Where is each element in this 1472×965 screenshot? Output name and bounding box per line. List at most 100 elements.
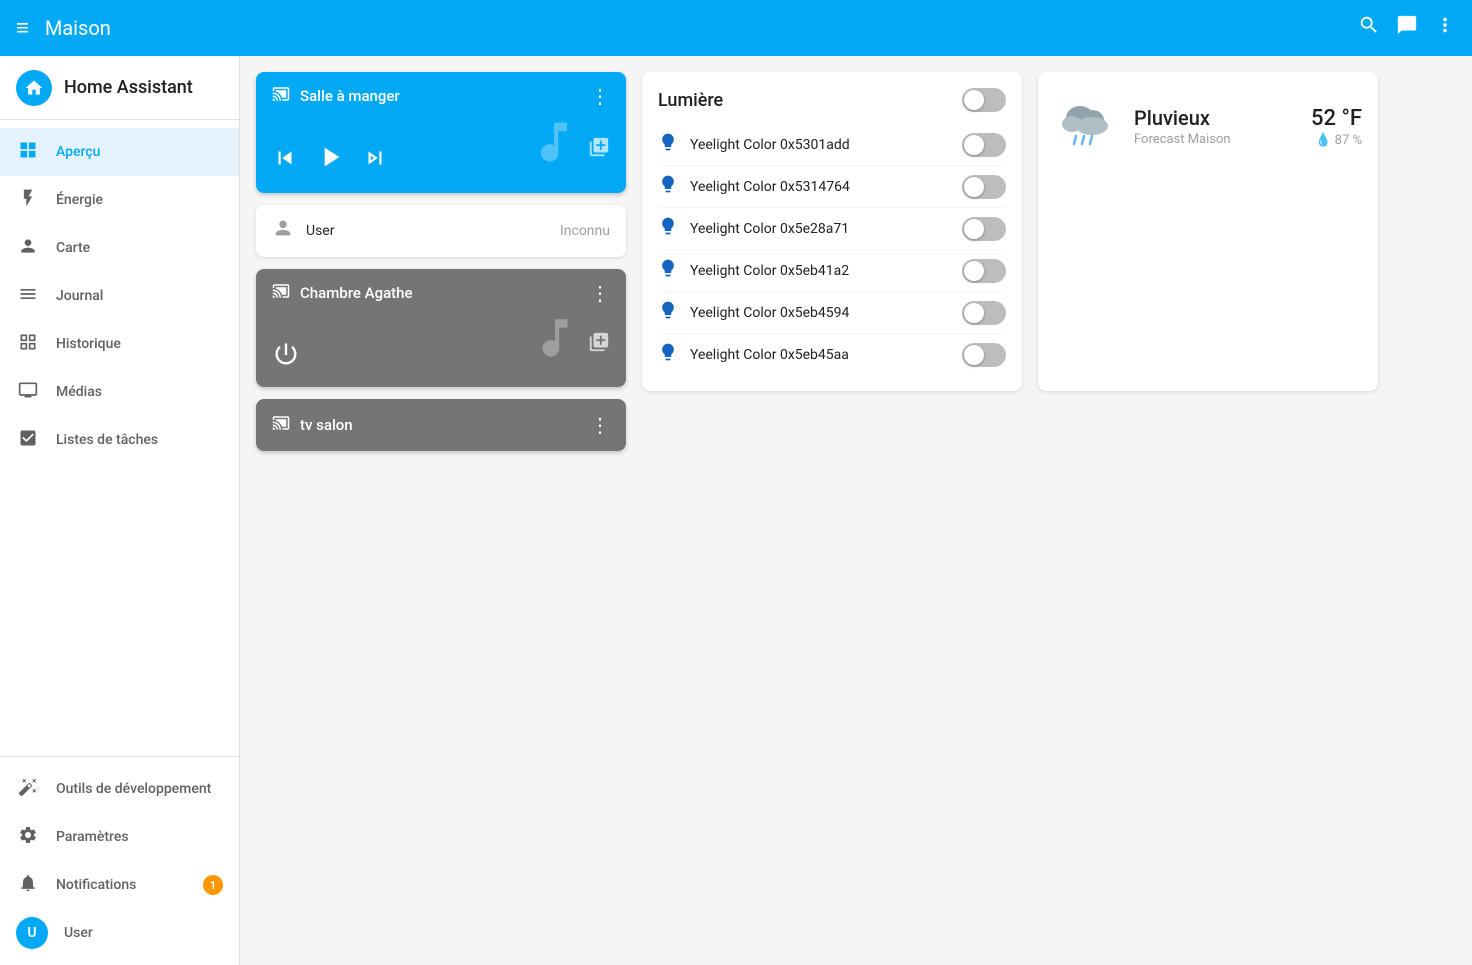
light-toggle-1[interactable] bbox=[962, 175, 1006, 199]
sidebar-item-outils[interactable]: Outils de développement bbox=[0, 765, 239, 813]
light-toggle-0[interactable] bbox=[962, 133, 1006, 157]
light-toggle-5[interactable] bbox=[962, 343, 1006, 367]
cards-left: Salle à manger ⋮ bbox=[256, 72, 626, 451]
light-name-1: Yeelight Color 0x5314764 bbox=[690, 179, 962, 195]
sidebar-item-journal[interactable]: Journal bbox=[0, 272, 239, 320]
queue-icon-chambre[interactable] bbox=[588, 331, 610, 357]
more-vert-icon[interactable] bbox=[1434, 14, 1456, 42]
light-name-5: Yeelight Color 0x5eb45aa bbox=[690, 347, 962, 363]
play-button[interactable] bbox=[314, 141, 346, 181]
energie-icon bbox=[16, 188, 40, 213]
cards-right-top: Lumière Yeelight Color 0x5301add bbox=[642, 72, 1456, 391]
sidebar-item-notifications[interactable]: Notifications 1 bbox=[0, 861, 239, 909]
sidebar-nav: Aperçu Énergie Carte Journ bbox=[0, 120, 239, 756]
sidebar-item-user[interactable]: U User bbox=[0, 909, 239, 957]
content-area: Salle à manger ⋮ bbox=[240, 56, 1472, 965]
apercu-label: Aperçu bbox=[56, 144, 100, 160]
light-row-1: Yeelight Color 0x5314764 bbox=[658, 166, 1006, 208]
light-icon-3 bbox=[658, 258, 678, 283]
light-toggle-2[interactable] bbox=[962, 217, 1006, 241]
lumiere-card: Lumière Yeelight Color 0x5301add bbox=[642, 72, 1022, 391]
topbar-actions bbox=[1358, 14, 1456, 42]
ha-logo bbox=[16, 70, 52, 106]
user-card-status: Inconnu bbox=[560, 223, 610, 239]
light-name-2: Yeelight Color 0x5e28a71 bbox=[690, 221, 962, 237]
chambre-title: Chambre Agathe bbox=[300, 284, 413, 302]
page-title: Maison bbox=[45, 16, 1358, 40]
tv-salon-card: tv salon ⋮ bbox=[256, 399, 626, 451]
user-label: User bbox=[64, 925, 93, 941]
notifications-label: Notifications bbox=[56, 877, 136, 893]
light-name-0: Yeelight Color 0x5301add bbox=[690, 137, 962, 153]
avatar: U bbox=[16, 917, 48, 949]
journal-icon bbox=[16, 284, 40, 309]
chambre-menu[interactable]: ⋮ bbox=[590, 281, 610, 305]
light-row-5: Yeelight Color 0x5eb45aa bbox=[658, 334, 1006, 375]
sidebar-item-apercu[interactable]: Aperçu bbox=[0, 128, 239, 176]
sidebar-item-historique[interactable]: Historique bbox=[0, 320, 239, 368]
app-title: Home Assistant bbox=[64, 77, 193, 98]
app-title-area: Home Assistant bbox=[0, 56, 239, 120]
lumiere-main-toggle[interactable] bbox=[962, 88, 1006, 112]
salle-manger-card: Salle à manger ⋮ bbox=[256, 72, 626, 193]
search-icon[interactable] bbox=[1358, 14, 1380, 42]
carte-label: Carte bbox=[56, 240, 90, 256]
salle-manger-title: Salle à manger bbox=[300, 87, 400, 105]
prev-button[interactable] bbox=[272, 145, 298, 177]
sidebar: Home Assistant Aperçu Énergie bbox=[0, 56, 240, 965]
menu-icon[interactable]: ≡ bbox=[16, 15, 29, 41]
energie-label: Énergie bbox=[56, 192, 103, 208]
chat-icon[interactable] bbox=[1396, 14, 1418, 42]
historique-label: Historique bbox=[56, 336, 121, 352]
light-toggle-3[interactable] bbox=[962, 259, 1006, 283]
sidebar-bottom: Outils de développement Paramètres Notif… bbox=[0, 756, 239, 965]
notification-badge: 1 bbox=[203, 875, 223, 895]
topbar: ≡ Maison bbox=[0, 0, 1472, 56]
user-card-name: User bbox=[306, 223, 334, 239]
power-button-chambre[interactable] bbox=[272, 340, 300, 375]
lumiere-title: Lumière bbox=[658, 90, 723, 111]
cards-right: Lumière Yeelight Color 0x5301add bbox=[642, 72, 1456, 391]
taches-label: Listes de tâches bbox=[56, 432, 158, 448]
weather-forecast-label: Forecast Maison bbox=[1134, 132, 1295, 147]
weather-temperature: 52 °F bbox=[1311, 106, 1362, 131]
sidebar-item-taches[interactable]: Listes de tâches bbox=[0, 416, 239, 464]
weather-card: Pluvieux Forecast Maison 52 °F 💧 87 % bbox=[1038, 72, 1378, 391]
light-row-2: Yeelight Color 0x5e28a71 bbox=[658, 208, 1006, 250]
weather-icon bbox=[1054, 88, 1118, 165]
carte-icon bbox=[16, 236, 40, 261]
light-name-3: Yeelight Color 0x5eb41a2 bbox=[690, 263, 962, 279]
sidebar-item-parametres[interactable]: Paramètres bbox=[0, 813, 239, 861]
weather-humidity: 💧 87 % bbox=[1311, 133, 1362, 148]
user-card-icon bbox=[272, 217, 294, 245]
music-art-icon bbox=[528, 116, 580, 181]
light-name-4: Yeelight Color 0x5eb4594 bbox=[690, 305, 962, 321]
light-icon-1 bbox=[658, 174, 678, 199]
light-icon-5 bbox=[658, 342, 678, 367]
cast-icon-chambre bbox=[272, 282, 290, 305]
parametres-label: Paramètres bbox=[56, 829, 129, 845]
outils-label: Outils de développement bbox=[56, 781, 211, 797]
tv-salon-menu[interactable]: ⋮ bbox=[590, 413, 610, 437]
light-icon-4 bbox=[658, 300, 678, 325]
sidebar-item-carte[interactable]: Carte bbox=[0, 224, 239, 272]
apercu-icon bbox=[16, 140, 40, 165]
music-art-chambre bbox=[530, 313, 580, 375]
light-icon-2 bbox=[658, 216, 678, 241]
light-icon-0 bbox=[658, 132, 678, 157]
chambre-agathe-card: Chambre Agathe ⋮ bbox=[256, 269, 626, 387]
next-button[interactable] bbox=[362, 145, 388, 177]
sidebar-item-medias[interactable]: Médias bbox=[0, 368, 239, 416]
light-row-0: Yeelight Color 0x5301add bbox=[658, 124, 1006, 166]
cast-icon-salle bbox=[272, 85, 290, 108]
salle-manger-menu[interactable]: ⋮ bbox=[590, 84, 610, 108]
taches-icon bbox=[16, 428, 40, 453]
queue-icon-salle[interactable] bbox=[588, 136, 610, 162]
sidebar-item-energie[interactable]: Énergie bbox=[0, 176, 239, 224]
notifications-icon bbox=[16, 873, 40, 898]
cast-icon-tv bbox=[272, 414, 290, 437]
weather-condition: Pluvieux bbox=[1134, 106, 1295, 130]
historique-icon bbox=[16, 332, 40, 357]
light-row-3: Yeelight Color 0x5eb41a2 bbox=[658, 250, 1006, 292]
light-toggle-4[interactable] bbox=[962, 301, 1006, 325]
